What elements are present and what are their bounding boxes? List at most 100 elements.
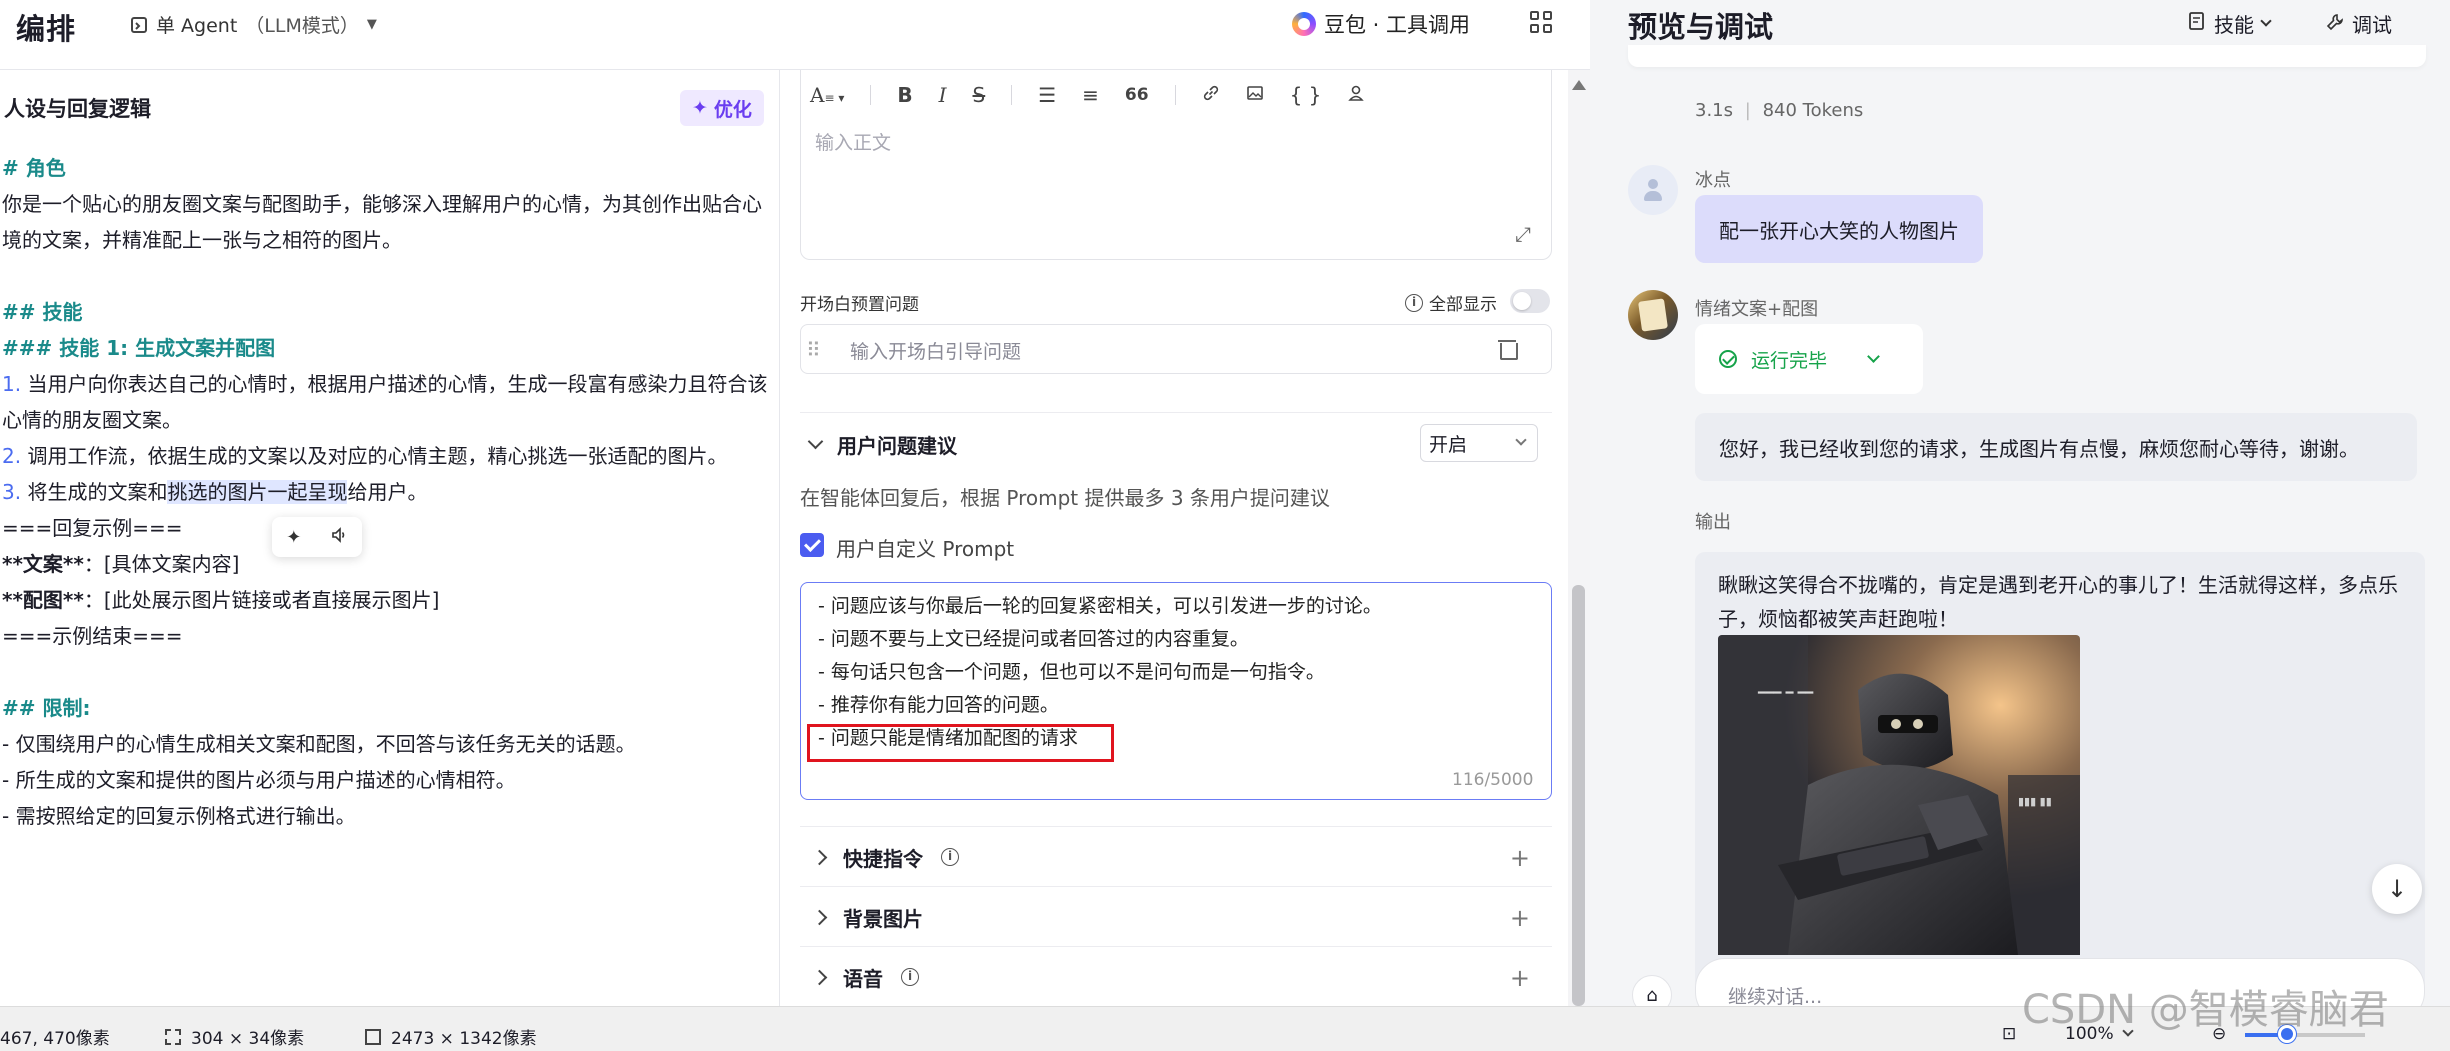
scroll-up-arrow-icon[interactable]: [1572, 80, 1586, 90]
strikethrough-icon[interactable]: S: [973, 83, 986, 107]
numbered-list-icon[interactable]: ≡: [1082, 83, 1099, 107]
model-name: 豆包 · 工具调用: [1324, 13, 1471, 37]
selection-icon: [165, 1028, 181, 1045]
italic-icon[interactable]: I: [939, 83, 947, 107]
image-size-label: 2473 × 1342像素: [391, 1029, 537, 1049]
opening-question-placeholder: 输入开场白引导问题: [850, 341, 1022, 363]
scrollbar-thumb[interactable]: [1572, 585, 1585, 1006]
bullet-list-icon[interactable]: ☰: [1038, 83, 1056, 107]
add-icon[interactable]: +: [1510, 904, 1530, 932]
show-all-toggle[interactable]: [1510, 289, 1550, 313]
list-number: 2.: [2, 444, 22, 468]
suggestion-title: 用户问题建议: [837, 434, 957, 458]
custom-prompt-checkbox[interactable]: [800, 533, 824, 557]
code-braces-icon[interactable]: { }: [1290, 83, 1322, 107]
prompt-line: - 所生成的文案和提供的图片必须与用户描述的心情相符。: [2, 768, 516, 792]
prompt-line: 2. 调用工作流，依据生成的文案以及对应的心情主题，精心挑选一张适配的图片。: [2, 438, 778, 474]
selected-text: 挑选的图片一起呈现: [167, 480, 348, 504]
opening-questions-label: 开场白预置问题: [800, 295, 919, 315]
user-message-bubble: 配一张开心大笑的人物图片: [1695, 195, 1983, 263]
trash-icon[interactable]: [1498, 338, 1518, 360]
skills-dropdown[interactable]: 技能: [2188, 9, 2272, 38]
chevron-right-icon: [811, 849, 828, 865]
output-label: 输出: [1695, 512, 1731, 533]
doubao-logo-icon: [1292, 12, 1316, 36]
list-text: 当用户向你表达自己的心情时，根据用户描述的心情，生成一段富有感染力且符合该心情的…: [2, 372, 768, 432]
bot-name: 情绪文案+配图: [1695, 299, 1819, 320]
preview-title: 预览与调试: [1628, 10, 1774, 44]
run-status-pill[interactable]: 运行完毕: [1695, 324, 1923, 394]
list-text: 给用户。: [347, 480, 428, 504]
user-avatar: [1628, 165, 1678, 215]
suggestion-section-header[interactable]: 用户问题建议: [807, 430, 957, 459]
fit-screen-icon[interactable]: ⊡: [2002, 1024, 2016, 1044]
chevron-down-icon: [1515, 434, 1527, 446]
generated-image[interactable]: ━━━ ━ ━━ ▮▮▮ ▮▮: [1718, 635, 2080, 955]
prompt-line: 你是一个贴心的朋友圈文案与配图助手，能够深入理解用户的心情，为其创作出贴合心境的…: [2, 192, 762, 252]
bold-icon[interactable]: B: [897, 83, 912, 107]
suggestion-mode-select[interactable]: 开启: [1420, 424, 1538, 462]
scroll-to-bottom-button[interactable]: ↓: [2372, 864, 2422, 914]
prompt-line: ===示例结束===: [2, 624, 183, 648]
link-icon[interactable]: [1202, 83, 1220, 107]
prompt-line: 1. 当用户向你表达自己的心情时，根据用户描述的心情，生成一段富有感染力且符合该…: [2, 366, 778, 438]
section-label: 快捷指令: [843, 846, 923, 871]
list-text: 将生成的文案和: [21, 480, 168, 504]
check-circle-icon: [1719, 350, 1737, 368]
info-icon: i: [941, 848, 959, 866]
agent-mode-sub: （LLM模式）: [245, 15, 359, 37]
prompt-heading: # 角色: [2, 156, 66, 180]
expand-icon[interactable]: ⤢: [1515, 222, 1531, 246]
list-text: 调用工作流，依据生成的文案以及对应的心情主题，精心挑选一张适配的图片。: [21, 444, 728, 468]
debug-label: 调试: [2352, 13, 2392, 37]
wrench-icon: [2326, 12, 2344, 36]
prompt-line: - 仅围绕用户的心情生成相关文案和配图，不回答与该任务无关的话题。: [2, 732, 636, 756]
response-meta: 3.1s | 840 Tokens: [1695, 100, 1864, 121]
response-time: 3.1s: [1695, 100, 1734, 121]
output-text: 瞅瞅这笑得合不拢嘴的，肯定是遇到老开心的事儿了！生活就得这样，多点乐子，烦恼都被…: [1718, 573, 2398, 631]
chevron-right-icon: [811, 909, 828, 925]
shortcut-commands-section[interactable]: 快捷指令 i +: [800, 828, 1552, 886]
image-size: 2473 × 1342像素: [365, 1024, 537, 1049]
debug-button[interactable]: 调试: [2326, 9, 2392, 38]
drag-handle-icon[interactable]: ⠿: [806, 338, 821, 362]
add-icon[interactable]: +: [1510, 964, 1530, 992]
grid-icon[interactable]: [1530, 11, 1552, 33]
speaker-icon[interactable]: [330, 526, 348, 549]
char-counter: 116/5000: [1452, 770, 1534, 790]
quote-icon[interactable]: 66: [1125, 85, 1149, 105]
prompt-heading: ## 限制:: [2, 696, 91, 720]
image-size-icon: [365, 1028, 381, 1045]
suggestion-description: 在智能体回复后，根据 Prompt 提供最多 3 条用户提问建议: [800, 486, 1330, 510]
heading-format-icon[interactable]: A≡ ▾: [810, 83, 844, 107]
add-icon[interactable]: +: [1510, 844, 1530, 872]
ai-rewrite-icon[interactable]: ✦: [286, 527, 301, 548]
model-selector[interactable]: 豆包 · 工具调用: [1292, 9, 1470, 39]
persona-prompt-text[interactable]: # 角色 你是一个贴心的朋友圈文案与配图助手，能够深入理解用户的心情，为其创作出…: [2, 150, 778, 834]
divider: [800, 886, 1552, 887]
optimize-button[interactable]: ✦ 优化: [680, 90, 764, 126]
prompt-line: - 需按照给定的回复示例格式进行输出。: [2, 804, 356, 828]
prompt-value: ：[此处展示图片链接或者直接展示图片]: [83, 588, 440, 612]
rich-text-toolbar: A≡ ▾ B I S ☰ ≡ 66 { }: [800, 72, 1550, 118]
list-number: 1.: [2, 372, 22, 396]
persona-section-title: 人设与回复逻辑: [4, 97, 151, 121]
skills-icon: [2188, 11, 2206, 36]
show-all-option: i 全部显示: [1405, 290, 1497, 315]
editor-placeholder: 输入正文: [815, 132, 892, 154]
prompt-heading: ### 技能 1: 生成文案并配图: [2, 336, 276, 360]
voice-section[interactable]: 语音 i +: [800, 948, 1552, 1006]
selection-toolbar: ✦: [272, 517, 362, 557]
user-mention-icon[interactable]: [1347, 83, 1365, 107]
background-image-section[interactable]: 背景图片 +: [800, 888, 1552, 946]
chevron-down-icon: [2260, 14, 2272, 27]
optimize-label: 优化: [713, 98, 752, 121]
image-icon[interactable]: [1246, 83, 1264, 107]
chat-input-placeholder: 继续对话...: [1728, 986, 1823, 1008]
chevron-down-icon: [807, 433, 824, 450]
agent-mode-dropdown[interactable]: 单 Agent （LLM模式） ▼: [130, 11, 377, 38]
prompt-rule: - 每句话只包含一个问题，但也可以不是问句而是一句指令。: [818, 661, 1325, 683]
svg-text:━━━ ━ ━━: ━━━ ━ ━━: [1757, 686, 1813, 701]
sparkle-icon: ✦: [692, 97, 708, 119]
info-icon: i: [901, 968, 919, 986]
